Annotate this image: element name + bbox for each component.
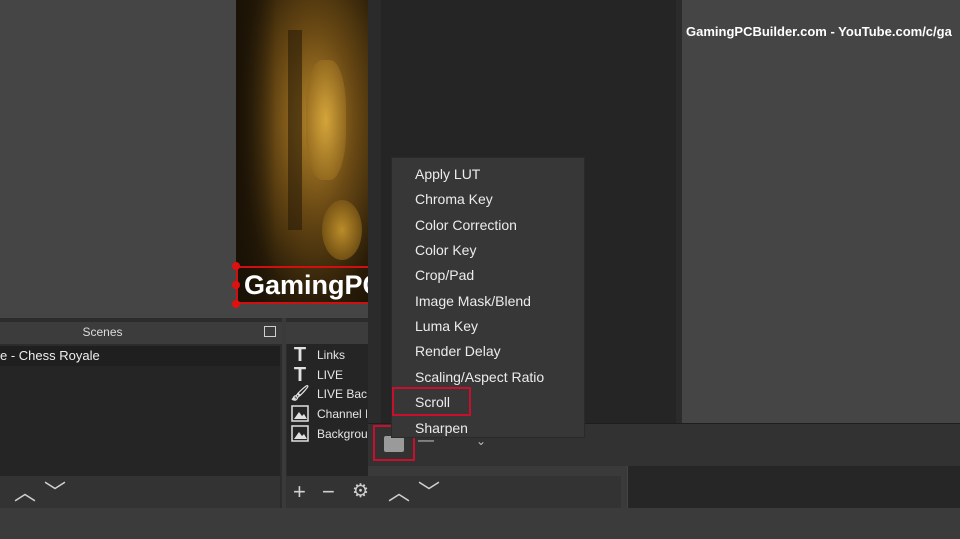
menu-item-color-key[interactable]: Color Key [415, 242, 476, 258]
scenes-title: Scenes [82, 325, 123, 339]
scenes-toolbar: ︿ ﹀ [0, 476, 280, 508]
menu-item-luma-key[interactable]: Luma Key [415, 318, 478, 334]
text-icon: T [293, 364, 307, 386]
source-label: Backgrou [317, 427, 367, 441]
scene-background-image [236, 0, 368, 302]
menu-item-render-delay[interactable]: Render Delay [415, 343, 501, 359]
source-label: LIVE Back [317, 387, 367, 401]
filter-preview-text: GamingPCBuilder.com - YouTube.com/c/ga [686, 24, 952, 39]
source-move-up-icon[interactable]: ︿ [388, 482, 410, 504]
gear-icon[interactable]: ⚙ [352, 481, 369, 503]
scroll-item-highlight [392, 387, 471, 416]
scene-move-up-icon[interactable]: ︿ [14, 482, 36, 504]
remove-source-icon[interactable]: − [322, 481, 335, 503]
menu-item-sharpen[interactable]: Sharpen [415, 420, 468, 436]
scene-label: e - Chess Royale [0, 348, 100, 363]
resize-handle-top-left[interactable] [232, 262, 240, 270]
menu-item-apply-lut[interactable]: Apply LUT [415, 166, 480, 182]
add-source-icon[interactable]: + [293, 481, 306, 503]
resize-handle-bottom-left[interactable] [232, 300, 240, 308]
image-icon [290, 425, 310, 444]
text-icon: T [293, 344, 307, 366]
menu-item-scaling-aspect-ratio[interactable]: Scaling/Aspect Ratio [415, 369, 544, 385]
source-row[interactable]: T LIVE [290, 364, 368, 386]
resize-handle-left[interactable] [232, 281, 240, 289]
scene-move-down-icon[interactable]: ﹀ [44, 482, 66, 504]
source-row[interactable]: Backgrou [290, 425, 368, 444]
source-move-down-icon[interactable]: ﹀ [418, 482, 440, 504]
source-label: LIVE [317, 368, 344, 382]
scenes-list [0, 366, 280, 476]
source-selection-box[interactable] [236, 266, 376, 304]
menu-item-color-correction[interactable]: Color Correction [415, 217, 517, 233]
menu-item-image-mask-blend[interactable]: Image Mask/Blend [415, 293, 531, 309]
source-label: Links [317, 348, 346, 362]
menu-item-crop-pad[interactable]: Crop/Pad [415, 267, 474, 283]
source-row[interactable]: Channel I [290, 405, 368, 424]
brush-icon: 🖌 [290, 385, 310, 402]
source-label: Channel I [317, 407, 367, 421]
undock-icon[interactable] [264, 326, 276, 337]
audio-mixer-dock [627, 466, 960, 508]
add-icon [384, 436, 404, 452]
status-bar [0, 508, 960, 539]
source-row[interactable]: T Links [290, 344, 368, 366]
sources-toolbar: + − ⚙ ︿ ﹀ [286, 476, 621, 508]
menu-item-chroma-key[interactable]: Chroma Key [415, 191, 493, 207]
sources-header [286, 322, 368, 344]
filter-preview-panel [682, 0, 960, 423]
image-icon [290, 405, 310, 424]
source-row[interactable]: 🖌 LIVE Back [290, 385, 368, 404]
